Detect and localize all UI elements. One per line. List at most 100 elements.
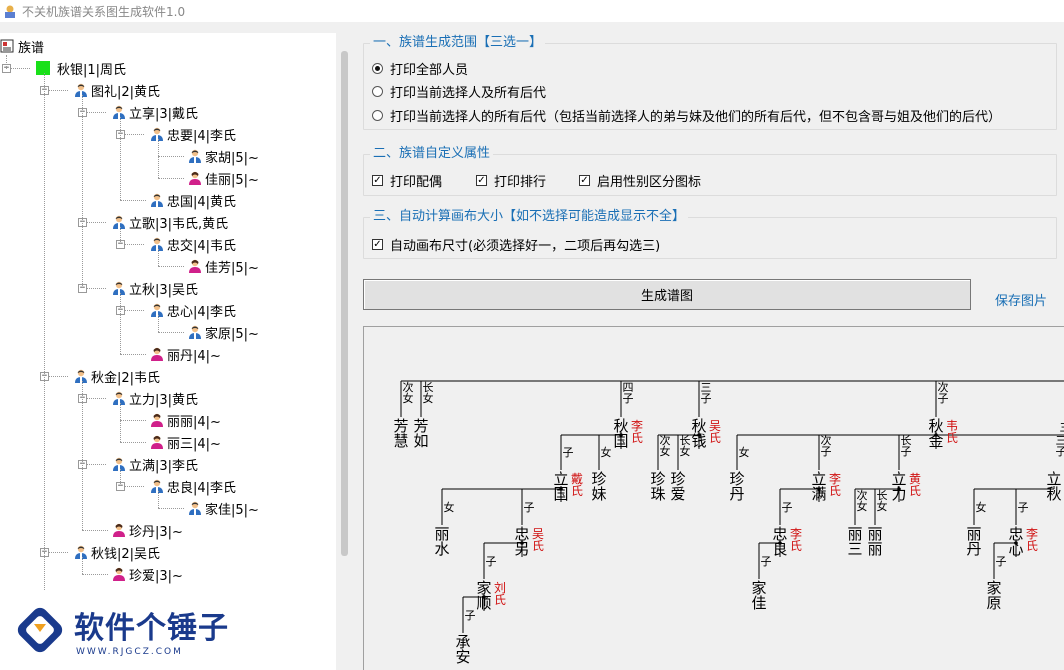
chart-relation-label: 子: [524, 501, 535, 514]
tree-connector: [120, 200, 146, 201]
tree-connector: [158, 266, 184, 267]
tree-connector: [158, 178, 184, 179]
tree-node[interactable]: 忠良|4|李氏: [150, 476, 236, 496]
chart-relation-label: 女: [444, 500, 455, 514]
tree-node[interactable]: 忠国|4|黄氏: [150, 190, 236, 210]
chart-person-name: 丽: [867, 540, 882, 558]
tree-node-label: 忠交|4|韦氏: [167, 238, 237, 254]
tree-node[interactable]: 秋银|1|周氏: [36, 58, 126, 78]
scrollbar-thumb[interactable]: [341, 51, 348, 556]
tree-node-label: 秋金|2|韦氏: [91, 370, 161, 386]
male-person-icon: [113, 215, 125, 229]
check-spouse[interactable]: ✓ 打印配偶: [372, 171, 442, 190]
radio-descendants-siblings[interactable]: 打印当前选择人的所有后代（包括当前选择人的弟与妹及他们的所有后代，但不包含哥与姐…: [372, 106, 1001, 125]
chart-relation-label: 女: [739, 445, 750, 459]
male-person-icon: [113, 281, 125, 295]
tree-node[interactable]: 珍丹|3|~: [112, 520, 183, 540]
tree-connector: [120, 227, 121, 244]
save-image-link[interactable]: 保存图片: [995, 290, 1047, 309]
tree-connector: [82, 557, 83, 574]
tree-node[interactable]: 立秋|3|吴氏: [112, 278, 198, 298]
chart-junction: [897, 487, 901, 491]
chart-junction: [934, 433, 938, 437]
check-spouse-box[interactable]: ✓: [372, 175, 383, 186]
family-tree-view[interactable]: 族谱 − 秋银|1|周氏 − 图礼|2|黄氏 − 立享|3|戴氏 − 忠要|4|李氏 家胡|5|…: [0, 33, 353, 670]
generate-button[interactable]: 生成谱图: [363, 279, 971, 310]
tree-node[interactable]: 佳芳|5|~: [188, 256, 259, 276]
section-attributes: 二、族谱自定义属性: [363, 146, 1057, 196]
chart-spouse-label: 氏: [790, 539, 802, 553]
male-person-icon: [75, 545, 87, 559]
male-person-icon: [151, 127, 163, 141]
chart-person-name: 原: [986, 594, 1001, 612]
check-auto-canvas[interactable]: ✓ 自动画布尺寸(必须选择好一，二项后再勾选三): [372, 235, 660, 254]
tree-node-label: 忠要|4|李氏: [167, 128, 237, 144]
male-person-icon: [113, 457, 125, 471]
male-person-icon: [113, 391, 125, 405]
tree-node[interactable]: 忠心|4|李氏: [150, 300, 236, 320]
chart-relation-label: 女: [877, 499, 888, 513]
tree-node[interactable]: 立力|3|黄氏: [112, 388, 198, 408]
section-attributes-legend: 二、族谱自定义属性: [370, 146, 494, 162]
chart-spouse-label: 氏: [909, 484, 921, 498]
tree-node-label: 图礼|2|黄氏: [91, 84, 161, 100]
tree-node[interactable]: 丽三|4|~: [150, 432, 221, 452]
radio-current-indicator[interactable]: [372, 86, 383, 97]
watermark-logo-icon: [17, 607, 63, 653]
chart-relation-label: 女: [423, 391, 434, 405]
chart-person-name: 安: [455, 648, 470, 666]
family-chart-canvas: 次女芳慧长女芳如四子秋国李氏三子秋钱吴氏次子秋金韦氏子立国戴氏女珍妹次女珍珠长女…: [363, 326, 1064, 670]
chart-person-name: 三: [847, 540, 862, 558]
tree-node[interactable]: 秋金|2|韦氏: [74, 366, 160, 386]
check-gender-icon[interactable]: ✓ 启用性别区分图标: [579, 171, 701, 190]
tree-node[interactable]: 丽丹|4|~: [150, 344, 221, 364]
radio-desc-indicator[interactable]: [372, 110, 383, 121]
tree-connector: [158, 332, 184, 333]
tree-node-label: 丽丽|4|~: [167, 414, 221, 430]
tree-node[interactable]: 家原|5|~: [188, 322, 259, 342]
check-gender-box[interactable]: ✓: [579, 175, 590, 186]
chart-person-name: 秋: [1046, 485, 1061, 503]
tree-root-label: 族谱: [18, 40, 45, 56]
tree-connector: [120, 354, 146, 355]
tree-connector: [82, 95, 83, 288]
radio-all-indicator[interactable]: [372, 63, 383, 74]
check-auto-box[interactable]: ✓: [372, 239, 383, 250]
tree-node[interactable]: 忠交|4|韦氏: [150, 234, 236, 254]
check-rank-box[interactable]: ✓: [476, 175, 487, 186]
tree-node[interactable]: 珍爱|3|~: [112, 564, 183, 584]
tree-node[interactable]: 佳丽|5|~: [188, 168, 259, 188]
tree-node[interactable]: 家胡|5|~: [188, 146, 259, 166]
chart-person-name: 慧: [393, 432, 408, 450]
tree-node-label: 立力|3|黄氏: [129, 392, 199, 408]
tree-node[interactable]: 秋钱|2|吴氏: [74, 542, 160, 562]
male-person-icon: [189, 149, 201, 163]
chart-relation-label: 子: [701, 392, 712, 405]
tree-node-label: 家原|5|~: [205, 326, 259, 342]
tree-node[interactable]: 丽丽|4|~: [150, 410, 221, 430]
chart-junction: [559, 487, 563, 491]
tree-node[interactable]: 忠要|4|李氏: [150, 124, 236, 144]
tree-node[interactable]: 立享|3|戴氏: [112, 102, 198, 122]
check-rank[interactable]: ✓ 打印排行: [476, 171, 546, 190]
radio-all[interactable]: 打印全部人员: [372, 59, 468, 78]
tree-node-label: 丽三|4|~: [167, 436, 221, 452]
tree-scrollbar[interactable]: [336, 33, 353, 670]
radio-current-and-descendants[interactable]: 打印当前选择人及所有后代: [372, 82, 546, 101]
tree-node[interactable]: 立歌|3|韦氏,黄氏: [112, 212, 228, 232]
chart-relation-label: 子: [1018, 501, 1029, 514]
chart-spouse-label: 氏: [631, 431, 643, 445]
chart-person-name: 丹: [966, 540, 981, 558]
tree-node[interactable]: 立满|3|李氏: [112, 454, 198, 474]
chart-junction: [482, 595, 486, 599]
tree-node[interactable]: 家佳|5|~: [188, 498, 259, 518]
female-person-icon: [151, 413, 163, 427]
tree-root[interactable]: 族谱: [0, 36, 44, 56]
watermark-text: 软件个锤子: [74, 611, 229, 646]
radio-all-label: 打印全部人员: [390, 63, 469, 78]
tree-connector: [158, 156, 184, 157]
tree-node[interactable]: 图礼|2|黄氏: [74, 80, 160, 100]
chart-person-name: 妹: [591, 485, 606, 503]
chart-person-name: 佳: [751, 594, 766, 612]
chart-person-name: 丹: [729, 485, 744, 503]
